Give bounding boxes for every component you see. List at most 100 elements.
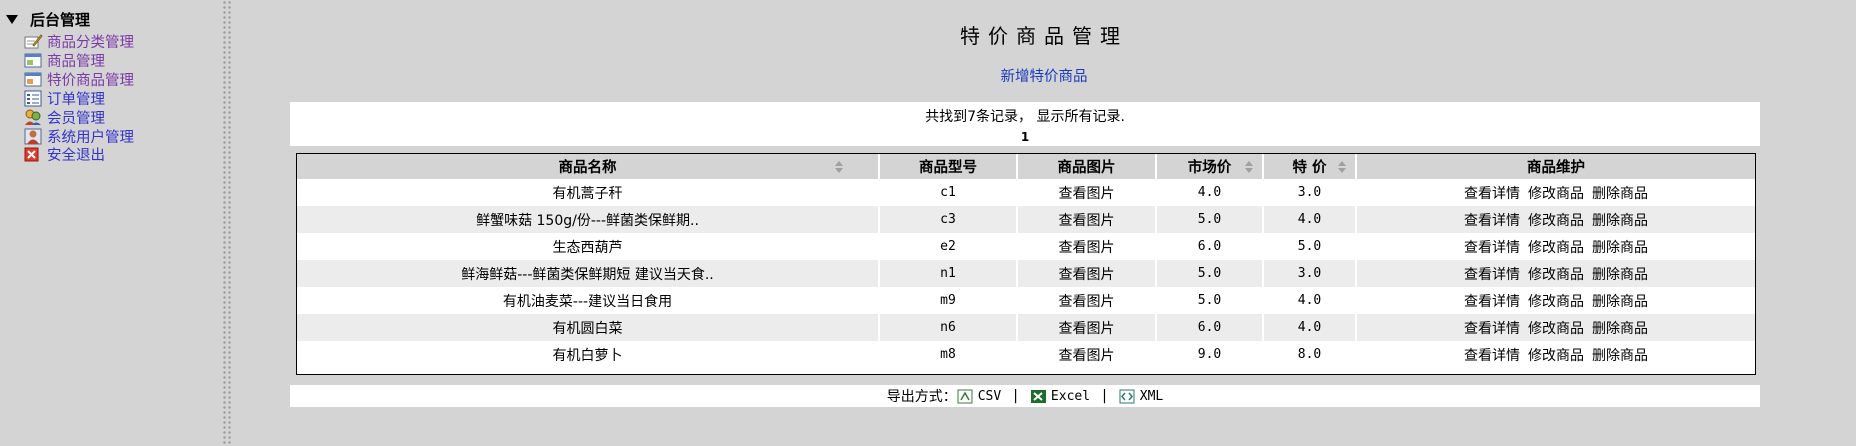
column-header-model: 商品型号 <box>879 154 1018 179</box>
edit-product-link[interactable]: 修改商品 <box>1528 321 1584 337</box>
view-image-link[interactable]: 查看图片 <box>1017 287 1157 314</box>
table-row: 有机白萝卜 m8 查看图片 9.0 8.0 查看详情 修改商品 删除商品 <box>297 341 1755 368</box>
row-actions: 查看详情 修改商品 删除商品 <box>1356 260 1755 287</box>
tree-root-label: 后台管理 <box>30 10 91 29</box>
products-table: 商品名称 商品型号 商品图片 市场价 特 价 商品维护 有机蒿子秆 c1 查看图… <box>296 153 1756 375</box>
product-name: 有机圆白菜 <box>297 314 880 341</box>
view-details-link[interactable]: 查看详情 <box>1464 240 1520 256</box>
frame-splitter[interactable] <box>222 0 232 446</box>
csv-file-icon <box>957 389 974 404</box>
view-details-link[interactable]: 查看详情 <box>1464 321 1520 337</box>
separator: | <box>1102 388 1107 404</box>
column-header-special-price[interactable]: 特 价 <box>1263 154 1357 179</box>
row-actions: 查看详情 修改商品 删除商品 <box>1356 341 1755 368</box>
product-model: c1 <box>879 179 1018 206</box>
caret-down-icon[interactable] <box>6 14 18 24</box>
export-xml-button[interactable]: XML <box>1119 389 1163 404</box>
view-details-link[interactable]: 查看详情 <box>1464 213 1520 229</box>
edit-product-link[interactable]: 修改商品 <box>1528 240 1584 256</box>
column-header-name[interactable]: 商品名称 <box>297 154 880 179</box>
row-actions: 查看详情 修改商品 删除商品 <box>1356 233 1755 260</box>
market-price: 6.0 <box>1156 233 1264 260</box>
delete-product-link[interactable]: 删除商品 <box>1592 267 1648 283</box>
table-row: 有机蒿子秆 c1 查看图片 4.0 3.0 查看详情 修改商品 删除商品 <box>297 179 1755 206</box>
export-excel-button[interactable]: Excel <box>1030 389 1090 404</box>
user-icon <box>24 128 43 145</box>
market-price: 5.0 <box>1156 260 1264 287</box>
close-icon <box>24 146 43 163</box>
export-csv-button[interactable]: CSV <box>957 389 1001 404</box>
page-number-link[interactable]: 1 <box>290 130 1760 144</box>
excel-icon <box>1030 389 1047 404</box>
product-name: 鲜海鲜菇---鲜菌类保鲜期短 建议当天食.. <box>297 260 880 287</box>
product-model: c3 <box>879 206 1018 233</box>
window-icon <box>24 52 43 69</box>
column-header-market-price[interactable]: 市场价 <box>1156 154 1264 179</box>
view-image-link[interactable]: 查看图片 <box>1017 179 1157 206</box>
row-actions: 查看详情 修改商品 删除商品 <box>1356 314 1755 341</box>
sidebar-item-logout[interactable]: 安全退出 <box>24 143 105 165</box>
tree-root[interactable]: 后台管理 <box>6 9 90 29</box>
product-name: 有机蒿子秆 <box>297 179 880 206</box>
add-special-product-link[interactable]: 新增特价商品 <box>232 65 1856 86</box>
product-model: n1 <box>879 260 1018 287</box>
product-model: m8 <box>879 341 1018 368</box>
view-details-link[interactable]: 查看详情 <box>1464 186 1520 202</box>
view-image-link[interactable]: 查看图片 <box>1017 206 1157 233</box>
special-price: 4.0 <box>1263 314 1357 341</box>
market-price: 9.0 <box>1156 341 1264 368</box>
product-name: 鲜蟹味菇 150g/份---鲜菌类保鲜期.. <box>297 206 880 233</box>
view-image-link[interactable]: 查看图片 <box>1017 314 1157 341</box>
view-image-link[interactable]: 查看图片 <box>1017 260 1157 287</box>
product-model: m9 <box>879 287 1018 314</box>
market-price: 5.0 <box>1156 287 1264 314</box>
separator: | <box>1013 388 1018 404</box>
table-row: 生态西葫芦 e2 查看图片 6.0 5.0 查看详情 修改商品 删除商品 <box>297 233 1755 260</box>
market-price: 5.0 <box>1156 206 1264 233</box>
delete-product-link[interactable]: 删除商品 <box>1592 240 1648 256</box>
pencil-note-icon <box>24 33 43 50</box>
row-actions: 查看详情 修改商品 删除商品 <box>1356 287 1755 314</box>
list-icon <box>24 90 43 107</box>
delete-product-link[interactable]: 删除商品 <box>1592 186 1648 202</box>
xml-file-icon <box>1119 389 1136 404</box>
edit-product-link[interactable]: 修改商品 <box>1528 186 1584 202</box>
special-price: 4.0 <box>1263 287 1357 314</box>
view-details-link[interactable]: 查看详情 <box>1464 348 1520 364</box>
delete-product-link[interactable]: 删除商品 <box>1592 321 1648 337</box>
edit-product-link[interactable]: 修改商品 <box>1528 294 1584 310</box>
view-details-link[interactable]: 查看详情 <box>1464 294 1520 310</box>
column-header-image: 商品图片 <box>1017 154 1157 179</box>
sidebar: 后台管理 商品分类管理 商品管理 特价商品管理 订单管理 会员管理 系统用户管理… <box>0 0 222 446</box>
special-price: 3.0 <box>1263 179 1357 206</box>
delete-product-link[interactable]: 删除商品 <box>1592 213 1648 229</box>
special-price: 8.0 <box>1263 341 1357 368</box>
special-price: 4.0 <box>1263 206 1357 233</box>
special-price: 5.0 <box>1263 233 1357 260</box>
special-price: 3.0 <box>1263 260 1357 287</box>
edit-product-link[interactable]: 修改商品 <box>1528 213 1584 229</box>
view-details-link[interactable]: 查看详情 <box>1464 267 1520 283</box>
view-image-link[interactable]: 查看图片 <box>1017 233 1157 260</box>
row-actions: 查看详情 修改商品 删除商品 <box>1356 179 1755 206</box>
table-row: 鲜海鲜菇---鲜菌类保鲜期短 建议当天食.. n1 查看图片 5.0 3.0 查… <box>297 260 1755 287</box>
export-label: 导出方式： <box>886 389 957 405</box>
product-model: n6 <box>879 314 1018 341</box>
record-summary: 共找到7条记录， 显示所有记录. 1 <box>290 102 1760 146</box>
view-image-link[interactable]: 查看图片 <box>1017 341 1157 368</box>
product-model: e2 <box>879 233 1018 260</box>
page-title: 特价商品管理 <box>960 24 1128 48</box>
export-bar: 导出方式： CSV | Excel | XML <box>290 385 1760 407</box>
delete-product-link[interactable]: 删除商品 <box>1592 348 1648 364</box>
table-row: 鲜蟹味菇 150g/份---鲜菌类保鲜期.. c3 查看图片 5.0 4.0 查… <box>297 206 1755 233</box>
column-header-actions: 商品维护 <box>1356 154 1755 179</box>
market-price: 6.0 <box>1156 314 1264 341</box>
delete-product-link[interactable]: 删除商品 <box>1592 294 1648 310</box>
record-count-text: 共找到7条记录， 显示所有记录. <box>925 109 1125 125</box>
edit-product-link[interactable]: 修改商品 <box>1528 348 1584 364</box>
edit-product-link[interactable]: 修改商品 <box>1528 267 1584 283</box>
window-icon <box>24 71 43 88</box>
main-content: 特价商品管理 新增特价商品 共找到7条记录， 显示所有记录. 1 商品名称 商品… <box>232 0 1856 446</box>
product-name: 有机油麦菜---建议当日食用 <box>297 287 880 314</box>
row-actions: 查看详情 修改商品 删除商品 <box>1356 206 1755 233</box>
